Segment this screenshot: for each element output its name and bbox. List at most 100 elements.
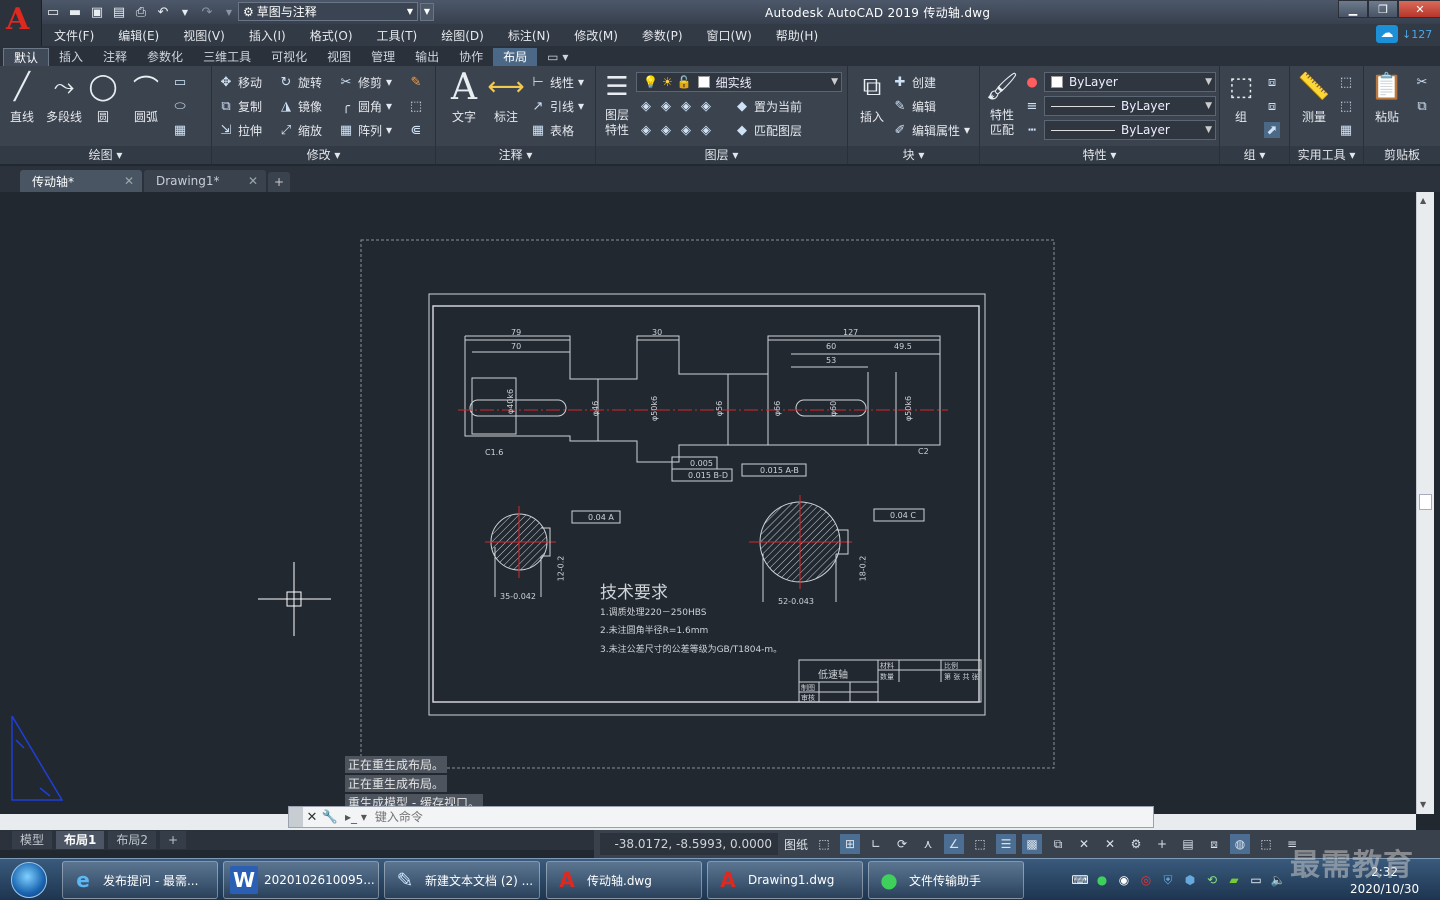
panel-title-block[interactable]: 块 ▾ — [848, 146, 979, 164]
command-input[interactable] — [374, 810, 975, 824]
tab-visualize[interactable]: 可视化 — [261, 48, 317, 66]
menu-window[interactable]: 窗口(W) — [695, 27, 764, 44]
tab-model[interactable]: 模型 — [12, 831, 53, 849]
array-button[interactable]: ▦ 阵列 ▾ — [338, 120, 392, 140]
panel-title-groups[interactable]: 组 ▾ — [1220, 146, 1289, 164]
object-snap-icon[interactable]: ⬚ — [970, 834, 990, 854]
panel-title-layers[interactable]: 图层 ▾ — [596, 146, 847, 164]
edit-attributes-button[interactable]: ✐ 编辑属性 ▾ — [892, 120, 971, 140]
match-layer-button[interactable]: ◆ 匹配图层 — [734, 120, 802, 140]
command-prompt-icon[interactable]: ▸_ ▾ — [345, 810, 367, 824]
menu-view[interactable]: 视图(V) — [171, 27, 237, 44]
color-wheel-icon[interactable]: ● — [1024, 72, 1040, 92]
cut-icon[interactable]: ✂ — [1414, 72, 1430, 92]
plus-icon[interactable]: + — [1152, 834, 1172, 854]
select-all-icon[interactable]: ⬚ — [1338, 96, 1354, 116]
tab-output[interactable]: 输出 — [405, 48, 449, 66]
volume-icon[interactable]: 🔈 — [1270, 872, 1286, 888]
menu-format[interactable]: 格式(O) — [298, 27, 365, 44]
measure-button[interactable]: 📏 测量 — [1292, 70, 1336, 125]
circle-button[interactable]: ◯ 圆 — [86, 70, 120, 125]
polyline-button[interactable]: ⤳ 多段线 — [42, 70, 86, 125]
sync-icon[interactable]: ⟲ — [1204, 872, 1220, 888]
ortho-icon[interactable]: ∟ — [866, 834, 886, 854]
save-icon[interactable]: ▣ — [88, 3, 106, 21]
fillet-button[interactable]: ╭ 圆角 ▾ — [338, 96, 392, 116]
isodraft-icon[interactable]: ⋏ — [918, 834, 938, 854]
polar-icon[interactable]: ⟳ — [892, 834, 912, 854]
menu-help[interactable]: 帮助(H) — [764, 27, 830, 44]
calculator-icon[interactable]: ▦ — [1338, 120, 1354, 140]
application-menu-button[interactable]: A — [0, 0, 42, 48]
layer-tools-row2[interactable]: ◈ ◈ ◈ ◈ — [638, 120, 714, 140]
scroll-down-icon[interactable]: ▼ — [1420, 800, 1426, 809]
offset-button[interactable]: ⋐ — [408, 120, 424, 140]
close-icon[interactable]: ✕ — [124, 174, 134, 188]
menu-parametric[interactable]: 参数(P) — [630, 27, 695, 44]
tab-manage[interactable]: 管理 — [361, 48, 405, 66]
weibo-icon[interactable]: ◎ — [1138, 872, 1154, 888]
command-line-grip[interactable] — [289, 807, 303, 827]
color-dropdown[interactable]: ByLayer ▼ — [1044, 72, 1216, 92]
selection-cycling-icon[interactable]: ⧉ — [1048, 834, 1068, 854]
close-button[interactable]: ✕ — [1398, 0, 1440, 18]
group-button[interactable]: ⬚ 组 — [1222, 70, 1260, 125]
copy-button[interactable]: ⧉ 复制 — [218, 96, 262, 116]
edit-block-button[interactable]: ✎ 编辑 — [892, 96, 936, 116]
cloud-sync[interactable]: ☁ ↓127 — [1376, 24, 1440, 44]
doc-tab-drawing1[interactable]: Drawing1* ✕ — [144, 170, 266, 192]
menu-insert[interactable]: 插入(I) — [237, 27, 298, 44]
undo-icon[interactable]: ↶ — [154, 3, 172, 21]
menu-modify[interactable]: 修改(M) — [562, 27, 630, 44]
battery-icon[interactable]: ▭ — [1248, 872, 1264, 888]
taskbar-item-autocad-shaft[interactable]: A 传动轴.dwg — [546, 861, 702, 899]
add-layout-button[interactable]: + — [160, 831, 187, 849]
workspace-gear-icon[interactable]: ⚙ — [1126, 834, 1146, 854]
ungroup-icon[interactable]: ⧈ — [1264, 72, 1280, 92]
menu-tools[interactable]: 工具(T) — [365, 27, 430, 44]
panel-title-draw[interactable]: 绘图 ▾ — [0, 146, 211, 164]
wechat-tray-icon[interactable]: ● — [1094, 872, 1110, 888]
trim-button[interactable]: ✂ 修剪 ▾ — [338, 72, 393, 92]
create-block-button[interactable]: ✚ 创建 — [892, 72, 936, 92]
linear-button[interactable]: ⊢ 线性 ▾ — [530, 72, 584, 92]
set-current-button[interactable]: ◆ 置为当前 — [734, 96, 802, 116]
text-button[interactable]: A 文字 — [442, 67, 486, 125]
new-file-icon[interactable]: ▭ — [44, 3, 62, 21]
tab-layout2[interactable]: 布局2 — [108, 831, 157, 849]
save-as-icon[interactable]: ▤ — [110, 3, 128, 21]
annotation-visibility-icon[interactable]: ✕ — [1100, 834, 1120, 854]
hardware-acceleration-icon[interactable]: ◍ — [1230, 834, 1251, 854]
maximize-button[interactable]: ❐ — [1368, 0, 1398, 18]
qat-customize-icon[interactable]: ▼ — [420, 3, 434, 21]
dimension-button[interactable]: ⟷ 标注 — [486, 70, 526, 125]
group-select-icon[interactable]: ⬈ — [1264, 120, 1280, 140]
copy-clip-icon[interactable]: ⧉ — [1414, 96, 1430, 116]
start-button[interactable] — [2, 860, 56, 900]
taskbar-item-notepad[interactable]: ✎ 新建文本文档 (2) ... — [384, 861, 540, 899]
group-edit-icon[interactable]: ⧈ — [1264, 96, 1280, 116]
close-icon[interactable]: ✕ — [303, 810, 321, 825]
new-tab-button[interactable]: + — [268, 172, 290, 192]
qq-icon[interactable]: ◉ — [1116, 872, 1132, 888]
menu-file[interactable]: 文件(F) — [42, 27, 106, 44]
taskbar-item-autocad-drawing1[interactable]: A Drawing1.dwg — [707, 861, 863, 899]
tab-layout1[interactable]: 布局1 — [56, 831, 105, 849]
rotate-button[interactable]: ↻ 旋转 — [278, 72, 322, 92]
menu-draw[interactable]: 绘图(D) — [429, 27, 496, 44]
move-button[interactable]: ✥ 移动 — [218, 72, 262, 92]
annotation-scale-icon[interactable]: ✕ — [1074, 834, 1094, 854]
nvidia-icon[interactable]: ▰ — [1226, 872, 1242, 888]
workspace-switcher[interactable]: ⚙ 草图与注释 ▼ — [238, 2, 418, 21]
table-button[interactable]: ▦ 表格 — [530, 120, 574, 140]
tab-insert[interactable]: 插入 — [49, 48, 93, 66]
tab-view[interactable]: 视图 — [317, 48, 361, 66]
isolate-objects-icon[interactable]: ⧈ — [1204, 834, 1224, 854]
redo-icon[interactable]: ↷ — [198, 3, 216, 21]
scale-button[interactable]: ⤢ 缩放 — [278, 120, 322, 140]
lineweight-dropdown[interactable]: ByLayer ▼ — [1044, 96, 1216, 116]
open-file-icon[interactable]: ▬ — [66, 3, 84, 21]
lineweight-toggle-icon[interactable]: ☰ — [996, 834, 1017, 854]
grid-icon[interactable]: ⊞ — [840, 834, 861, 854]
tab-layout[interactable]: 布局 — [493, 48, 538, 66]
